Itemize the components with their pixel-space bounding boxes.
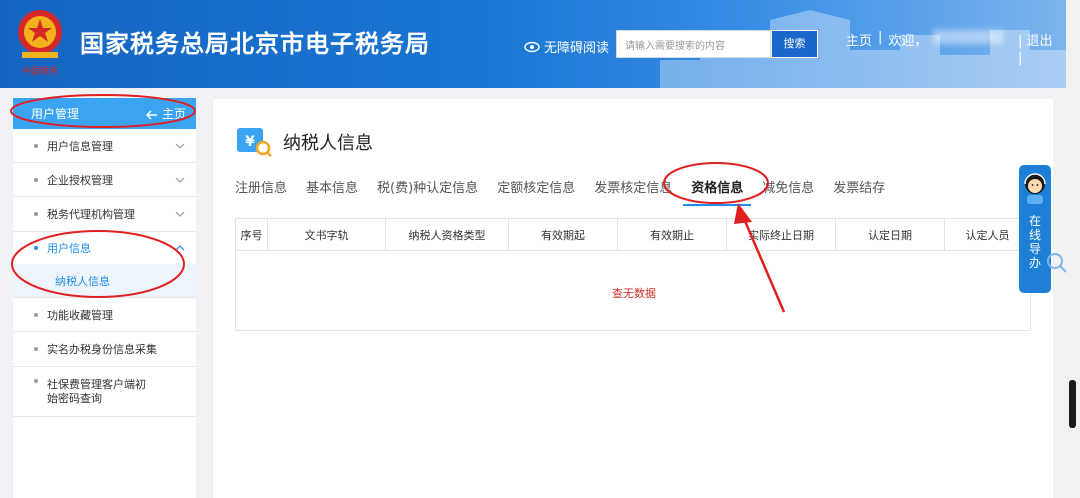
scrollbar-thumb[interactable] — [1069, 380, 1076, 428]
tab-qualification[interactable]: 资格信息 — [683, 177, 752, 206]
sidebar-home-label: 主页 — [161, 107, 186, 121]
bullet-icon — [34, 347, 38, 351]
sidebar-item-label: 实名办税身份信息采集 — [47, 343, 157, 356]
home-link[interactable]: 主页 — [846, 30, 872, 49]
tab-bar: 注册信息 基本信息 税(费)种认定信息 定额核定信息 发票核定信息 资格信息 减… — [235, 177, 904, 206]
column-header: 有效期止 — [618, 219, 727, 250]
sidebar-item-label: 企业授权管理 — [47, 173, 113, 187]
column-header: 纳税人资格类型 — [386, 219, 509, 250]
bullet-icon — [34, 246, 38, 250]
sidebar-item-label: 社保费管理客户端初始密码查询 — [47, 377, 146, 405]
sidebar-item-favorites[interactable]: 功能收藏管理 — [13, 298, 196, 332]
site-title: 国家税务总局北京市电子税务局 — [80, 30, 430, 58]
sidebar-item-enterprise-auth[interactable]: 企业授权管理 — [13, 163, 196, 197]
tab-exemption[interactable]: 减免信息 — [762, 177, 814, 206]
bullet-icon — [34, 177, 38, 182]
tab-basic[interactable]: 基本信息 — [306, 177, 358, 206]
accessibility-link[interactable]: 无障碍阅读 — [524, 37, 609, 56]
back-arrow-icon — [146, 109, 158, 120]
table-header: 序号 文书字轨 纳税人资格类型 有效期起 有效期止 实际终止日期 认定日期 认定… — [236, 219, 1030, 251]
svg-text:¥: ¥ — [245, 134, 255, 150]
sidebar-item-label: 税务代理机构管理 — [47, 208, 135, 221]
sidebar-item-user-info-mgmt[interactable]: 用户信息管理 — [13, 129, 196, 163]
sidebar-item-realname[interactable]: 实名办税身份信息采集 — [13, 332, 196, 367]
sidebar-home-link[interactable]: 主页 — [146, 105, 186, 122]
accessibility-label: 无障碍阅读 — [544, 41, 610, 56]
welcome-text: 欢迎， — [888, 34, 928, 49]
sidebar-title: 用户管理 — [31, 107, 80, 121]
customer-service-icon — [1024, 173, 1046, 204]
online-help-label: 在线导办 — [1028, 214, 1041, 270]
bullet-icon — [34, 212, 38, 216]
eye-icon — [524, 41, 540, 52]
nav-separator: | — [878, 30, 883, 45]
column-header: 实际终止日期 — [727, 219, 836, 250]
page-title: 纳税人信息 — [283, 133, 373, 154]
column-header: 认定人员 — [965, 228, 1010, 242]
sidebar-item-user-info[interactable]: 用户信息 — [13, 232, 196, 264]
taxpayer-info-icon: ¥ — [237, 128, 272, 157]
tab-registration[interactable]: 注册信息 — [235, 177, 287, 206]
logout-link[interactable]: 退出 — [1027, 34, 1053, 49]
bullet-icon — [34, 379, 38, 383]
sidebar: 用户管理 主页 用户信息管理 企业授权管理 税务代理机构管理 用户信息 纳税人信… — [13, 98, 196, 498]
tab-tax-type[interactable]: 税(费)种认定信息 — [377, 177, 478, 206]
sidebar-item-social-security-pwd[interactable]: 社保费管理客户端初始密码查询 — [13, 367, 196, 417]
bullet-icon — [34, 312, 38, 317]
svg-text:中国税务: 中国税务 — [22, 65, 58, 77]
empty-message: 查无数据 — [612, 287, 656, 300]
tab-invoice-approval[interactable]: 发票核定信息 — [594, 177, 672, 206]
chevron-down-icon — [175, 143, 185, 149]
sidebar-item-label: 用户信息管理 — [47, 139, 113, 153]
tab-invoice-stock[interactable]: 发票结存 — [833, 177, 885, 206]
site-header: 中国税务 国家税务总局北京市电子税务局 无障碍阅读 请输入需要搜索的内容 搜索 … — [0, 0, 1080, 88]
chevron-down-icon — [175, 177, 185, 183]
bullet-icon — [34, 143, 38, 148]
sidebar-header: 用户管理 主页 — [13, 98, 196, 129]
column-header: 序号 — [236, 219, 268, 250]
column-header: 文书字轨 — [268, 219, 386, 250]
logout-area: | 退出 | — [1018, 30, 1053, 66]
nav-separator: | — [1018, 51, 1023, 66]
search-button[interactable]: 搜索 — [771, 30, 818, 58]
tab-quota[interactable]: 定额核定信息 — [497, 177, 575, 206]
sidebar-item-label: 用户信息 — [47, 242, 91, 255]
sidebar-subitem-taxpayer-info[interactable]: 纳税人信息 — [13, 264, 196, 298]
column-header: 认定日期 — [836, 219, 945, 250]
chevron-down-icon — [175, 211, 185, 217]
username-blurred — [933, 30, 1004, 44]
top-nav: 主页 | 欢迎， — [846, 30, 1004, 49]
chevron-up-icon — [175, 245, 185, 251]
column-header: 有效期起 — [509, 219, 618, 250]
sidebar-item-label: 功能收藏管理 — [47, 308, 113, 322]
search-input[interactable]: 请输入需要搜索的内容 — [616, 30, 771, 58]
national-emblem-icon: 中国税务 — [18, 10, 62, 77]
main-panel: ¥ 纳税人信息 注册信息 基本信息 税(费)种认定信息 定额核定信息 发票核定信… — [213, 99, 1053, 498]
nav-separator: | — [1018, 34, 1023, 49]
sidebar-item-tax-agent[interactable]: 税务代理机构管理 — [13, 197, 196, 232]
qualification-table: 序号 文书字轨 纳税人资格类型 有效期起 有效期止 实际终止日期 认定日期 认定… — [235, 218, 1031, 331]
